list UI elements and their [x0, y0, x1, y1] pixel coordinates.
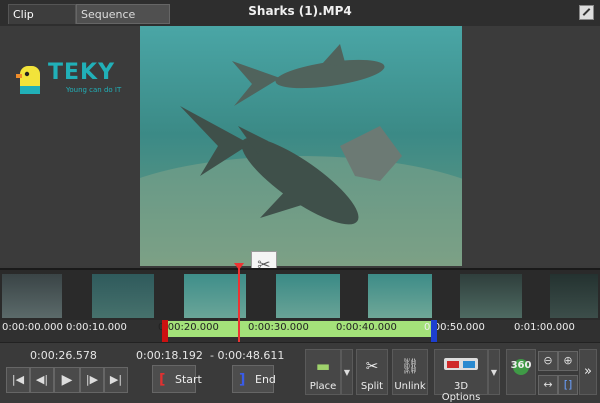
- playhead-handle[interactable]: [234, 263, 244, 270]
- current-time: 0:00:26.578: [30, 349, 97, 362]
- start-button-label: Start: [175, 373, 202, 386]
- set-end-button[interactable]: ] End: [232, 365, 276, 393]
- 360-label: 360: [510, 360, 532, 371]
- place-label: Place: [309, 381, 337, 392]
- thumbnail: [2, 274, 62, 318]
- more-options-chevron-icon[interactable]: »: [579, 349, 597, 395]
- tick-label: 0:00:30.000: [248, 322, 309, 333]
- 3d-options-button[interactable]: 3D Options: [434, 349, 488, 403]
- zoom-out-icon[interactable]: ⊖: [538, 351, 558, 371]
- thumbnail: [92, 274, 154, 318]
- tick-label: 0:00:40.000: [336, 322, 397, 333]
- place-icon: ▬: [315, 357, 331, 375]
- end-time: - 0:00:48.611: [210, 349, 285, 362]
- in-point-marker[interactable]: [162, 320, 168, 342]
- control-bar: 0:00:26.578 0:00:18.192 - 0:00:48.611 |◀…: [0, 342, 600, 403]
- out-point-marker[interactable]: [431, 320, 437, 342]
- unlink-button[interactable]: ⛓ Unlink: [392, 349, 428, 395]
- start-time: 0:00:18.192: [136, 349, 203, 362]
- place-button[interactable]: ▬ Place: [305, 349, 341, 395]
- split-label: Split: [360, 381, 384, 392]
- clip-title: Sharks (1).MP4: [248, 4, 352, 18]
- unlink-icon: ⛓: [400, 357, 420, 375]
- video-image: [140, 26, 462, 266]
- place-dropdown-chevron-icon[interactable]: ▼: [341, 349, 353, 395]
- step-back-button[interactable]: ◀|: [30, 367, 54, 393]
- end-button-label: End: [255, 373, 276, 386]
- fit-width-icon[interactable]: ↔: [538, 375, 558, 395]
- 3d-glasses-icon: [435, 355, 487, 377]
- fit-selection-icon[interactable]: []: [558, 375, 578, 395]
- 3d-options-dropdown-chevron-icon[interactable]: ▼: [488, 349, 500, 395]
- bird-logo-icon: [16, 66, 40, 94]
- video-frame: [140, 26, 462, 266]
- set-start-button[interactable]: [ Start: [152, 365, 202, 393]
- end-bracket-icon: ]: [239, 372, 246, 388]
- playhead[interactable]: [238, 266, 240, 346]
- logo-tagline: Young can do IT: [66, 86, 122, 94]
- unlink-label: Unlink: [394, 381, 426, 392]
- thumbnail: [368, 274, 432, 318]
- logo-text: TEKY: [48, 60, 116, 85]
- thumbnail: [184, 274, 246, 318]
- split-button[interactable]: ✂ Split: [356, 349, 388, 395]
- filmstrip[interactable]: [0, 268, 600, 322]
- tick-label: 0:00:00.000: [2, 322, 63, 333]
- start-bracket-icon: [: [159, 372, 166, 388]
- thumbnail: [550, 274, 598, 318]
- tick-label: 0:01:00.000: [514, 322, 575, 333]
- go-to-start-button[interactable]: |◀: [6, 367, 30, 393]
- tick-label: 0:00:10.000: [66, 322, 127, 333]
- tab-clip-preview[interactable]: Clip Preview: [8, 4, 76, 41]
- step-forward-button[interactable]: |▶: [80, 367, 104, 393]
- scissors-icon: ✂: [365, 357, 379, 375]
- 360-button[interactable]: 360: [506, 349, 536, 395]
- thumbnail: [276, 274, 340, 318]
- go-to-end-button[interactable]: ▶|: [104, 367, 128, 393]
- zoom-in-icon[interactable]: ⊕: [558, 351, 578, 371]
- thumbnail: [460, 274, 522, 318]
- time-ruler[interactable]: 0:00:00.000 0:00:10.000 0:00:20.000 0:00…: [0, 320, 600, 342]
- undock-icon[interactable]: [579, 5, 594, 20]
- preview-area: TEKY Young can do IT: [0, 26, 600, 266]
- play-button[interactable]: ▶: [54, 367, 80, 393]
- watermark-logo: TEKY Young can do IT: [14, 60, 134, 100]
- title-bar: Clip Preview Sequence Preview Sharks (1)…: [0, 0, 600, 41]
